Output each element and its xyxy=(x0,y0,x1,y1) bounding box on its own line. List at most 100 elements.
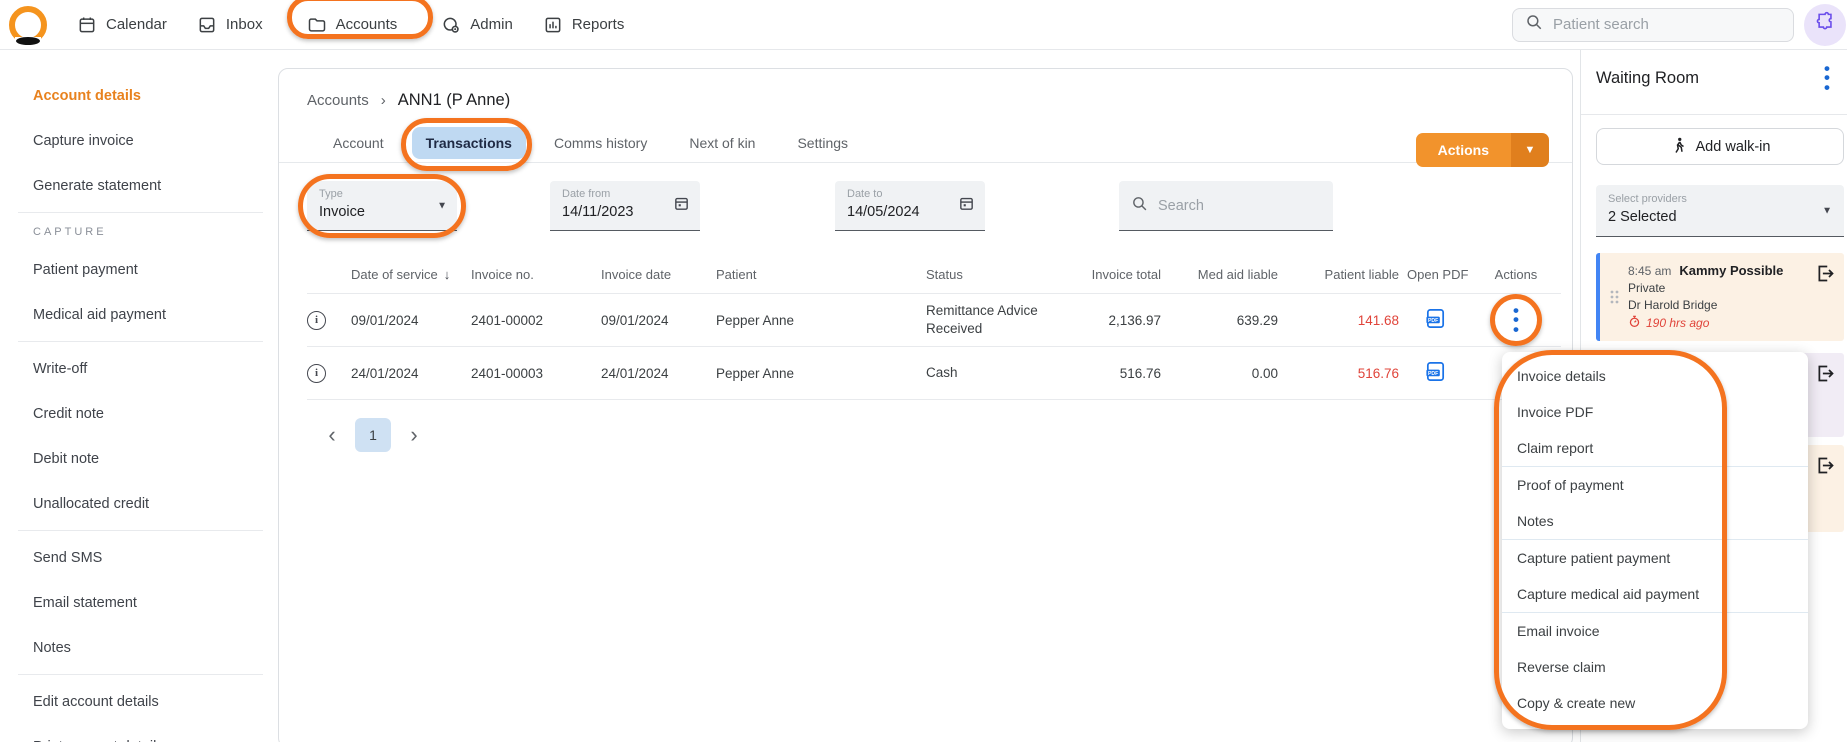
tab-settings[interactable]: Settings xyxy=(783,127,862,159)
tab-account[interactable]: Account xyxy=(319,127,398,159)
menu-item-proof-of-payment[interactable]: Proof of payment xyxy=(1502,467,1808,503)
sidebar-item-credit-note[interactable]: Credit note xyxy=(33,391,278,436)
date-from-value: 14/11/2023 xyxy=(562,204,634,220)
header-invoice-date[interactable]: Invoice date xyxy=(601,267,716,282)
nav-label: Inbox xyxy=(225,16,263,33)
sidebar-item-unallocated-credit[interactable]: Unallocated credit xyxy=(33,481,278,526)
select-providers-dropdown[interactable]: Select providers 2 Selected ▼ xyxy=(1596,185,1844,237)
pdf-icon[interactable]: PDF xyxy=(1424,307,1447,333)
nav-item-admin[interactable]: Admin xyxy=(441,15,513,35)
patient-search-input[interactable] xyxy=(1553,16,1781,33)
tab-transactions-wrap: Transactions xyxy=(400,118,532,171)
header-date-of-service[interactable]: Date of service ↓ xyxy=(351,267,471,282)
table-search-input[interactable] xyxy=(1158,197,1298,214)
tab-next-of-kin[interactable]: Next of kin xyxy=(675,127,769,159)
add-walkin-button[interactable]: Add walk-in xyxy=(1596,128,1844,165)
cell-date-of-service: 24/01/2024 xyxy=(351,365,419,381)
inbox-icon xyxy=(197,15,217,35)
cell-med-aid-liable: 0.00 xyxy=(1251,365,1278,381)
table-row[interactable]: i 09/01/2024 2401-00002 09/01/2024 Peppe… xyxy=(307,294,1561,346)
sidebar-item-edit-account-details[interactable]: Edit account details xyxy=(33,679,278,724)
row-actions-menu: Invoice details Invoice PDF Claim report… xyxy=(1494,350,1808,730)
tab-comms-history[interactable]: Comms history xyxy=(540,127,661,159)
nav-label: Calendar xyxy=(106,16,167,33)
checkout-exit-icon[interactable] xyxy=(1815,455,1836,481)
calendar-icon[interactable] xyxy=(673,195,690,217)
calendar-icon[interactable] xyxy=(958,195,975,217)
actions-button[interactable]: Actions xyxy=(1415,133,1511,167)
header-med-aid-liable[interactable]: Med aid liable xyxy=(1161,267,1278,282)
actions-dropdown-caret[interactable]: ▼ xyxy=(1511,133,1549,167)
browser-extension-button[interactable] xyxy=(1804,3,1846,46)
header-patient[interactable]: Patient xyxy=(716,267,926,282)
breadcrumb-accounts-link[interactable]: Accounts xyxy=(307,92,369,109)
date-to-label: Date to xyxy=(847,188,883,200)
sidebar-item-generate-statement[interactable]: Generate statement xyxy=(33,163,278,208)
status-line: Remittance Advice xyxy=(926,302,1038,318)
drag-handle-icon[interactable] xyxy=(1609,289,1619,310)
plan-type: Private xyxy=(1628,281,1666,295)
menu-item-copy-create-new[interactable]: Copy & create new xyxy=(1502,685,1808,721)
tab-transactions[interactable]: Transactions xyxy=(411,127,526,159)
nav-item-reports[interactable]: Reports xyxy=(543,15,624,35)
sidebar-item-patient-payment[interactable]: Patient payment xyxy=(33,247,278,292)
header-invoice-total[interactable]: Invoice total xyxy=(1076,267,1161,282)
page-number-button[interactable]: 1 xyxy=(355,418,391,452)
waiting-room-card[interactable]: 8:45 am Kammy Possible Private Dr Harold… xyxy=(1596,253,1844,341)
table-row[interactable]: i 24/01/2024 2401-00003 24/01/2024 Peppe… xyxy=(307,347,1561,399)
next-page-button[interactable]: › xyxy=(399,419,429,451)
sidebar-divider xyxy=(18,674,263,675)
date-to-field[interactable]: Date to 14/05/2024 xyxy=(835,181,985,231)
menu-item-reverse-claim[interactable]: Reverse claim xyxy=(1502,649,1808,685)
nav-item-calendar[interactable]: Calendar xyxy=(77,15,167,35)
sidebar-item-capture-invoice[interactable]: Capture invoice xyxy=(33,118,278,163)
nav-item-accounts[interactable]: Accounts xyxy=(307,15,397,35)
chevron-down-icon: ▼ xyxy=(437,200,447,211)
sidebar-item-medical-aid-payment[interactable]: Medical aid payment xyxy=(33,292,278,337)
nav-item-inbox[interactable]: Inbox xyxy=(197,15,263,35)
header-patient-liable[interactable]: Patient liable xyxy=(1278,267,1399,282)
header-status[interactable]: Status xyxy=(926,267,1076,282)
date-to-value: 14/05/2024 xyxy=(847,204,920,220)
sidebar-item-email-statement[interactable]: Email statement xyxy=(33,580,278,625)
type-filter-select[interactable]: Type Invoice ▼ xyxy=(307,181,457,231)
cell-date-of-service: 09/01/2024 xyxy=(351,312,419,328)
row-actions-kebab-icon[interactable]: • • • xyxy=(1513,302,1519,338)
previous-page-button[interactable]: ‹ xyxy=(317,419,347,451)
chevron-down-icon: ▼ xyxy=(1822,205,1832,216)
sidebar-item-write-off[interactable]: Write-off xyxy=(33,346,278,391)
select-providers-value: 2 Selected xyxy=(1608,209,1677,225)
cell-actions: • • • xyxy=(1471,294,1561,346)
appointment-time: 8:45 am xyxy=(1628,264,1672,278)
menu-item-claim-report[interactable]: Claim report xyxy=(1502,430,1808,466)
cell-status: Remittance Advice Received xyxy=(926,302,1076,338)
sidebar-item-notes[interactable]: Notes xyxy=(33,625,278,670)
date-from-field[interactable]: Date from 14/11/2023 xyxy=(550,181,700,231)
sidebar-item-debit-note[interactable]: Debit note xyxy=(33,436,278,481)
provider-name: Dr Harold Bridge xyxy=(1628,298,1718,312)
sidebar-item-print-account-details[interactable]: Print account details xyxy=(33,724,278,742)
table-search-box[interactable] xyxy=(1119,181,1333,231)
header-invoice-no[interactable]: Invoice no. xyxy=(471,267,601,282)
info-icon[interactable]: i xyxy=(307,310,326,330)
card-title-line: 8:45 am Kammy Possible xyxy=(1628,263,1836,278)
info-icon[interactable]: i xyxy=(307,363,326,383)
menu-item-capture-patient-payment[interactable]: Capture patient payment xyxy=(1502,540,1808,576)
menu-item-invoice-details[interactable]: Invoice details xyxy=(1502,358,1808,394)
menu-item-invoice-pdf[interactable]: Invoice PDF xyxy=(1502,394,1808,430)
sidebar-item-account-details[interactable]: Account details xyxy=(33,73,278,118)
menu-item-notes[interactable]: Notes xyxy=(1502,503,1808,539)
waiting-room-kebab-icon[interactable]: • • • xyxy=(1820,60,1834,96)
type-filter-value: Invoice xyxy=(319,204,365,220)
cell-patient-liable: 516.76 xyxy=(1357,365,1399,381)
menu-item-email-invoice[interactable]: Email invoice xyxy=(1502,613,1808,649)
menu-item-capture-medical-aid-payment[interactable]: Capture medical aid payment xyxy=(1502,576,1808,612)
sidebar-item-send-sms[interactable]: Send SMS xyxy=(33,535,278,580)
patient-search-box[interactable] xyxy=(1512,7,1794,42)
cell-open-pdf: PDF xyxy=(1399,360,1471,386)
pdf-icon[interactable]: PDF xyxy=(1424,360,1447,386)
row-info-cell: i xyxy=(307,310,351,330)
patient-name: Kammy Possible xyxy=(1679,263,1784,278)
checkout-exit-icon[interactable] xyxy=(1815,363,1836,389)
checkout-exit-icon[interactable] xyxy=(1815,263,1836,289)
